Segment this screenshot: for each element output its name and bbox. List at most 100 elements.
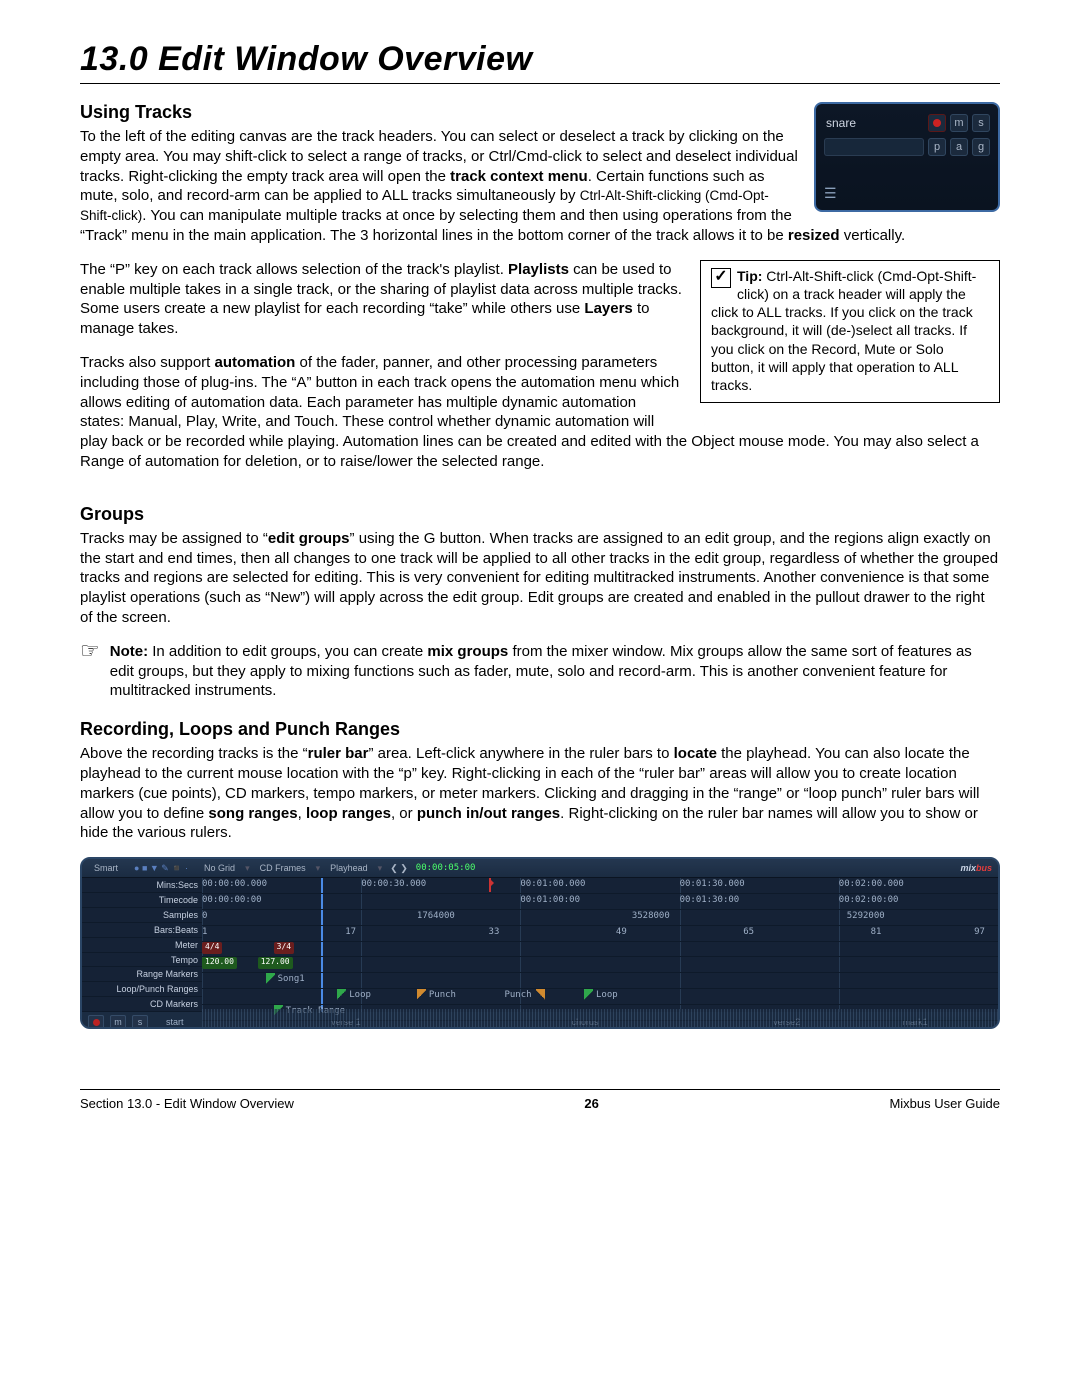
footer-guide-name: Mixbus User Guide — [889, 1096, 1000, 1111]
automation-button[interactable]: a — [950, 138, 968, 156]
text: , — [298, 805, 306, 822]
ruler-row-labels: Mins:Secs Timecode Samples Bars:Beats Me… — [82, 878, 202, 1012]
text-bold: mix groups — [427, 643, 508, 660]
paragraph: Above the recording tracks is the “ruler… — [80, 744, 1000, 843]
mode-label[interactable]: Smart — [88, 863, 124, 873]
label: Meter — [82, 938, 202, 953]
record-arm-button[interactable] — [928, 114, 946, 132]
meter-marker[interactable]: 4/4 — [202, 942, 222, 954]
solo-button[interactable]: s — [972, 114, 990, 132]
track-strip — [824, 138, 924, 156]
heading-groups: Groups — [80, 504, 1000, 525]
ruler-body[interactable]: 00:00:00.000 00:00:30.000 00:01:00.000 0… — [202, 878, 998, 1012]
tick: 00:01:00.000 — [520, 879, 585, 889]
record-button[interactable] — [88, 1015, 104, 1029]
tip-label: Tip: — [737, 268, 762, 284]
text: Tracks also support — [80, 354, 215, 371]
grid-label[interactable]: No Grid — [198, 863, 241, 873]
tick: 1 — [202, 927, 207, 937]
resize-handle-icon[interactable]: ☰ — [824, 185, 837, 202]
text-bold: automation — [215, 354, 296, 371]
label: Range Markers — [82, 967, 202, 982]
tick: 5292000 — [847, 911, 885, 921]
waveform-stub — [202, 1009, 998, 1027]
tick: 1764000 — [417, 911, 455, 921]
logo: mixbus — [960, 863, 992, 873]
text-bold: locate — [674, 745, 717, 762]
label: Timecode — [82, 893, 202, 908]
text-bold: loop ranges — [306, 805, 391, 822]
transport-time: 00:00:05:00 — [416, 863, 476, 873]
tip-callout: ✓ Tip: Ctrl-Alt-Shift-click (Cmd-Opt-Shi… — [700, 260, 1000, 403]
ruler-bottom-strip: m s start verse 1 chorus verse2 mark1 — [82, 1012, 998, 1029]
mute-button[interactable]: m — [950, 114, 968, 132]
check-icon: ✓ — [711, 268, 731, 288]
punch-marker[interactable]: Punch — [504, 990, 531, 1000]
solo-button[interactable]: s — [132, 1015, 148, 1029]
tick: 97 — [974, 927, 985, 937]
text: vertically. — [840, 227, 906, 244]
punch-marker[interactable]: Punch — [429, 990, 456, 1000]
tick: 00:01:30.000 — [680, 879, 745, 889]
footer-section: Section 13.0 - Edit Window Overview — [80, 1096, 294, 1111]
tick: 65 — [743, 927, 754, 937]
loop-marker[interactable]: Loop — [596, 990, 618, 1000]
text-bold: edit groups — [268, 530, 350, 547]
label: Tempo — [82, 953, 202, 968]
label: Bars:Beats — [82, 923, 202, 938]
tick: 0 — [202, 911, 207, 921]
tip-text: Ctrl-Alt-Shift-click (Cmd-Opt-Shift-clic… — [711, 268, 976, 393]
text: ” area. Left-click anywhere in the ruler… — [368, 745, 673, 762]
mute-button[interactable]: m — [110, 1015, 126, 1029]
loop-marker[interactable]: Loop — [349, 990, 371, 1000]
follow-label[interactable]: Playhead — [324, 863, 374, 873]
loc-marker[interactable]: start — [166, 1017, 184, 1027]
text-bold: song ranges — [208, 805, 297, 822]
label: Samples — [82, 908, 202, 923]
tick: 3528000 — [632, 911, 670, 921]
text-bold: Playlists — [508, 261, 569, 278]
label: Mins:Secs — [82, 878, 202, 893]
text-bold: resized — [788, 227, 840, 244]
tick: 33 — [489, 927, 500, 937]
note-label: Note: — [110, 643, 148, 660]
tempo-marker[interactable]: 120.00 — [202, 957, 237, 969]
text-bold: track context menu — [450, 168, 588, 185]
tick: 49 — [616, 927, 627, 937]
tick: 00:00:00:00 — [202, 895, 262, 905]
footer-page-number: 26 — [584, 1096, 598, 1111]
label: CD Markers — [82, 997, 202, 1012]
tick: 00:02:00:00 — [839, 895, 899, 905]
text-bold: ruler bar — [308, 745, 369, 762]
text: Above the recording tracks is the “ — [80, 745, 308, 762]
paragraph: Tracks may be assigned to “edit groups” … — [80, 529, 1000, 628]
group-button[interactable]: g — [972, 138, 990, 156]
tick: 00:02:00.000 — [839, 879, 904, 889]
tempo-marker[interactable]: 127.00 — [258, 957, 293, 969]
pointing-hand-icon: ☞ — [80, 640, 100, 662]
text: . You can manipulate multiple tracks at … — [80, 207, 792, 244]
ruler-bar-screenshot: Smart ● ■ ▼ ✎ ◾ · No Grid ▾ CD Frames ▾ … — [80, 857, 1000, 1029]
text-bold: Layers — [584, 300, 632, 317]
track-name-label: snare — [824, 116, 924, 130]
chapter-title: 13.0 Edit Window Overview — [80, 40, 1000, 84]
heading-recording: Recording, Loops and Punch Ranges — [80, 719, 1000, 740]
text: The “P” key on each track allows selecti… — [80, 261, 508, 278]
tick: 00:00:00.000 — [202, 879, 267, 889]
label: Loop/Punch Ranges — [82, 982, 202, 997]
snap-label[interactable]: CD Frames — [254, 863, 312, 873]
text: , or — [391, 805, 417, 822]
text-bold: punch in/out ranges — [417, 805, 560, 822]
note-callout: ☞ Note: In addition to edit groups, you … — [80, 642, 1000, 701]
tick: 00:01:00:00 — [520, 895, 580, 905]
ruler-toolbar: Smart ● ■ ▼ ✎ ◾ · No Grid ▾ CD Frames ▾ … — [82, 859, 998, 878]
track-header-thumbnail: snare m s p a g ☰ — [814, 102, 1000, 212]
playlist-button[interactable]: p — [928, 138, 946, 156]
tick: 81 — [871, 927, 882, 937]
text: Tracks may be assigned to “ — [80, 530, 268, 547]
meter-marker[interactable]: 3/4 — [274, 942, 294, 954]
page-footer: Section 13.0 - Edit Window Overview 26 M… — [80, 1089, 1000, 1111]
tick: 00:00:30.000 — [361, 879, 426, 889]
range-marker[interactable]: Song1 — [278, 974, 305, 984]
tick: 00:01:30:00 — [680, 895, 740, 905]
